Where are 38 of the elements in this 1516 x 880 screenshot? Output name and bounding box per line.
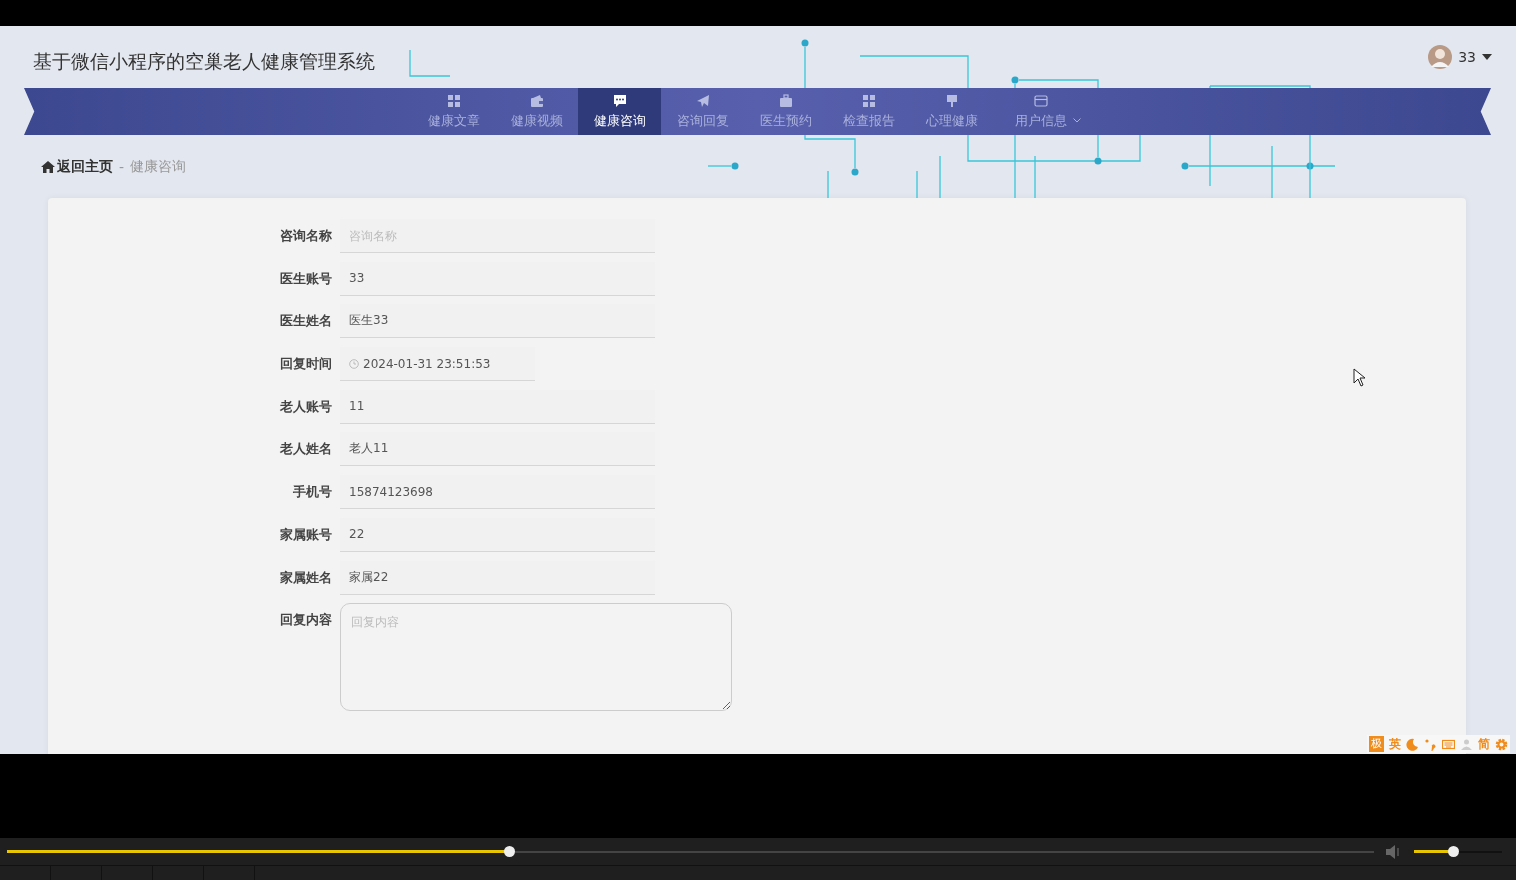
nav-tab[interactable]: 健康咨询	[578, 88, 661, 135]
field-label: 回复时间	[279, 355, 333, 374]
field-label: 咨询名称	[279, 227, 333, 245]
grid-icon	[446, 93, 461, 108]
chat-icon	[612, 93, 627, 108]
punctuation-icon[interactable]	[1424, 737, 1437, 751]
field-label: 医生账号	[279, 269, 333, 288]
field-label: 回复内容	[279, 611, 333, 630]
grid-icon	[861, 93, 876, 108]
keyboard-icon[interactable]	[1442, 737, 1455, 751]
field-label: 手机号	[292, 483, 333, 502]
user-name[interactable]: 33	[1458, 49, 1476, 65]
briefcase-icon	[778, 93, 793, 108]
volume-icon[interactable]	[1386, 844, 1402, 859]
field-label: 家属姓名	[279, 568, 333, 587]
slider-handle[interactable]	[1447, 845, 1459, 857]
settings-icon[interactable]	[1495, 737, 1508, 751]
paper-plane-icon	[695, 93, 710, 108]
field-label: 老人姓名	[279, 440, 333, 459]
cursor-icon	[1353, 368, 1367, 388]
field-label: 老人账号	[279, 397, 333, 416]
clock-icon	[349, 359, 359, 370]
circuit-trace	[409, 49, 451, 77]
wallet-icon	[529, 93, 544, 108]
card-icon	[1034, 93, 1048, 108]
home-link[interactable]: 返回主页	[41, 157, 113, 176]
caret-icon	[1482, 54, 1492, 60]
circuit-trace	[707, 162, 739, 170]
avatar-icon	[1428, 45, 1453, 69]
field-label: 家属账号	[279, 525, 333, 544]
home-icon	[41, 160, 55, 173]
field-label: 医生姓名	[279, 312, 333, 331]
breadcrumb-separator: -	[119, 158, 125, 175]
moon-icon[interactable]	[1406, 737, 1419, 751]
app-title: 基于微信小程序的空巢老人健康管理系统	[33, 49, 375, 74]
slider-handle[interactable]	[503, 845, 515, 857]
brush-icon	[944, 93, 959, 108]
breadcrumb-current: 健康咨询	[130, 157, 187, 176]
